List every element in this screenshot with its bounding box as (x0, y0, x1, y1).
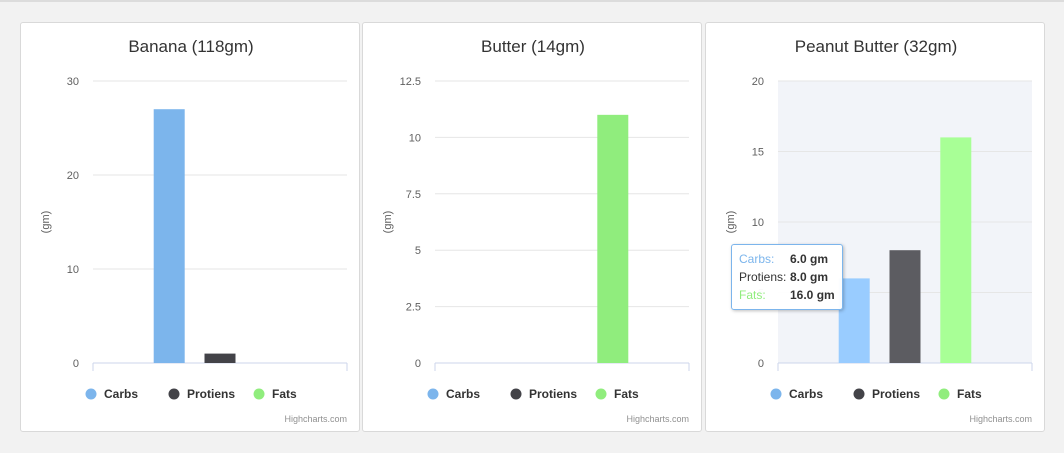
legend-item-protiens[interactable]: Protiens (872, 387, 920, 401)
y-tick-label: 10 (409, 132, 421, 144)
tooltip-row: Carbs: 6.0 gm (739, 250, 835, 268)
tooltip-row: Fats: 16.0 gm (739, 286, 835, 304)
chart-svg: Peanut Butter (32gm)(gm)05101520CarbsPro… (725, 37, 1033, 424)
chart-svg: Banana (118gm) (gm) 0 10 20 30 Carbs Protiens Fa… (40, 37, 348, 424)
y-tick-label: 2.5 (406, 302, 421, 314)
y-tick-label: 15 (752, 147, 764, 159)
y-axis-label: (gm) (40, 211, 52, 234)
tooltip-value: 6.0 gm (790, 252, 829, 266)
bar-protiens[interactable] (204, 353, 236, 363)
legend-item-protiens[interactable]: Protiens (529, 387, 577, 401)
chart-panel-butter: Butter (14gm) (gm) 0 2.5 5 7.5 10 12.5 Carbs Prot… (362, 22, 702, 432)
legend-marker-fats[interactable] (253, 388, 265, 400)
chart-panel-banana: Banana (118gm) (gm) 0 10 20 30 Carbs Protiens Fa… (20, 22, 360, 432)
bar-carbs[interactable] (153, 109, 185, 363)
chart-svg: Butter (14gm) (gm) 0 2.5 5 7.5 10 12.5 Carbs Prot… (382, 37, 690, 424)
credit-link[interactable]: Highcharts.com (969, 414, 1032, 424)
y-tick-label: 0 (758, 358, 764, 370)
y-tick-label: 5 (415, 245, 421, 257)
tooltip-label: Protiens: (739, 270, 787, 284)
bar-protiens[interactable] (889, 250, 921, 363)
tooltip-value: 8.0 gm (790, 270, 829, 284)
y-tick-label: 20 (752, 76, 764, 88)
y-axis-label: (gm) (725, 211, 737, 234)
legend-item-fats[interactable]: Fats (614, 387, 639, 401)
y-tick-label: 10 (752, 217, 764, 229)
legend-item-protiens[interactable]: Protiens (187, 387, 235, 401)
tooltip-value: 16.0 gm (790, 288, 835, 302)
y-tick-label: 0 (415, 358, 421, 370)
legend-marker-fats[interactable] (595, 388, 607, 400)
legend-item-fats[interactable]: Fats (272, 387, 297, 401)
credit-link[interactable]: Highcharts.com (284, 414, 347, 424)
credit-link[interactable]: Highcharts.com (626, 414, 689, 424)
y-tick-label: 20 (67, 170, 79, 182)
legend-item-carbs[interactable]: Carbs (446, 387, 480, 401)
legend-marker-protiens[interactable] (853, 388, 865, 400)
legend-marker-fats[interactable] (938, 388, 950, 400)
tooltip-row: Protiens: 8.0 gm (739, 268, 835, 286)
tooltip-label: Carbs: (739, 252, 775, 266)
bar-carbs[interactable] (838, 278, 870, 363)
tooltip: Carbs: 6.0 gm Protiens: 8.0 gm Fats: 16.0 gm (731, 244, 843, 310)
tooltip-label: Fats: (739, 288, 766, 302)
y-tick-label: 7.5 (406, 189, 421, 201)
top-border (0, 0, 1064, 2)
bar-fats[interactable] (597, 114, 629, 363)
y-tick-label: 10 (67, 264, 79, 276)
y-tick-label: 30 (67, 76, 79, 88)
y-tick-label: 12.5 (400, 76, 421, 88)
legend-marker-carbs[interactable] (770, 388, 782, 400)
legend-marker-protiens[interactable] (168, 388, 180, 400)
legend-item-carbs[interactable]: Carbs (104, 387, 138, 401)
chart-title: Banana (118gm) (128, 37, 253, 56)
chart-panel-peanut-butter: Peanut Butter (32gm)(gm)05101520CarbsPro… (705, 22, 1045, 432)
legend-item-carbs[interactable]: Carbs (789, 387, 823, 401)
legend-marker-carbs[interactable] (427, 388, 439, 400)
legend-marker-carbs[interactable] (85, 388, 97, 400)
legend-marker-protiens[interactable] (510, 388, 522, 400)
y-axis-label: (gm) (382, 211, 394, 234)
chart-title: Butter (14gm) (481, 37, 585, 56)
legend-item-fats[interactable]: Fats (957, 387, 982, 401)
chart-title: Peanut Butter (32gm) (795, 37, 958, 56)
y-tick-label: 0 (73, 358, 79, 370)
bar-fats[interactable] (940, 137, 972, 363)
